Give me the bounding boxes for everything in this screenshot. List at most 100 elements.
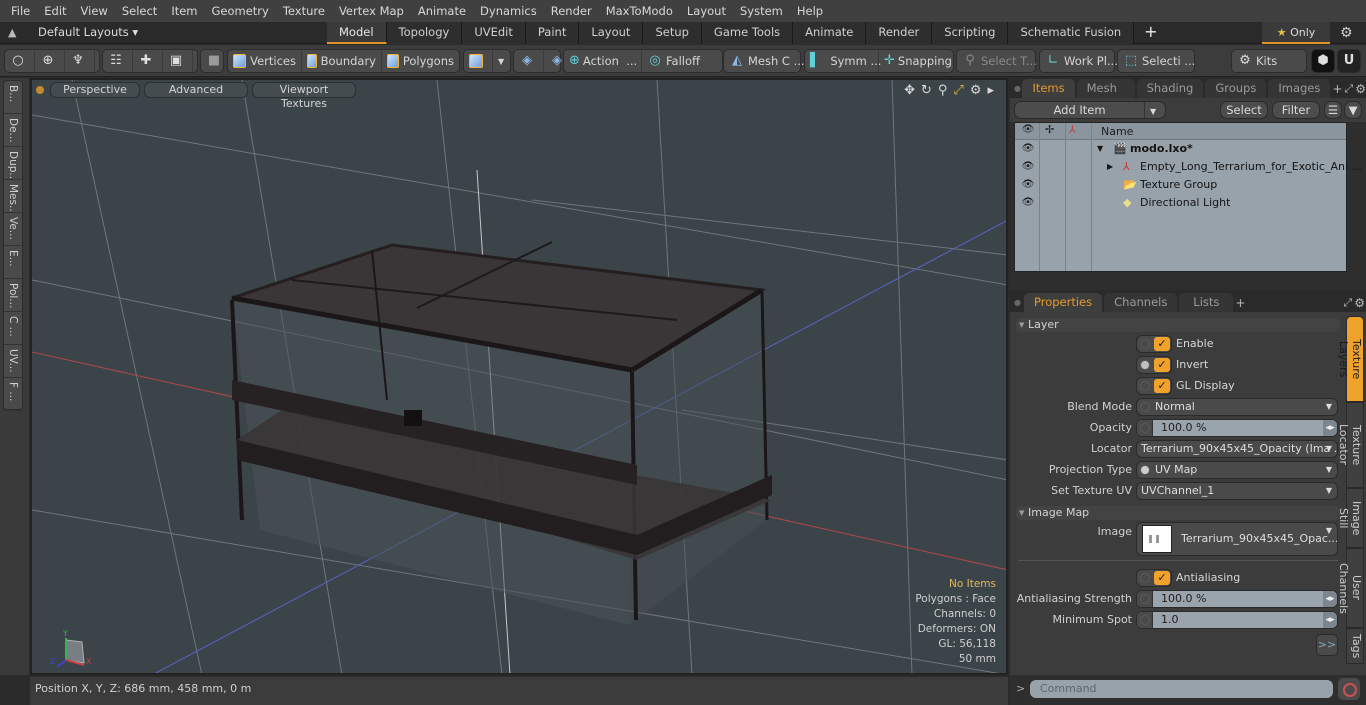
falloff-button[interactable]: ◎ Falloff — [642, 50, 722, 72]
gear-icon[interactable]: ⚙ — [1340, 25, 1353, 41]
selection-sets-button[interactable]: ⬚ Selecti ... — [1118, 50, 1200, 72]
expand-icon[interactable]: ⤢ — [1344, 80, 1353, 98]
tab-schematic-fusion[interactable]: Schematic Fusion — [1008, 22, 1135, 44]
left-tab-polygon[interactable]: Pol... — [4, 279, 22, 312]
frame-button[interactable]: ▣ — [163, 50, 193, 72]
menu-texture[interactable]: Texture — [276, 0, 332, 22]
add-tab-icon[interactable]: + — [1332, 80, 1342, 98]
tree-row-texture-group[interactable]: 👁 📂 Texture Group — [1015, 176, 1346, 194]
viewport-textures-button[interactable]: Viewport Textures — [252, 82, 356, 110]
left-tab-mesh-edit[interactable]: Mes... — [4, 180, 22, 213]
tab-mesh[interactable]: Mesh ... — [1076, 79, 1135, 113]
terrarium-model[interactable] — [230, 241, 772, 625]
pan-icon[interactable]: ✥ — [904, 83, 915, 98]
record-macro-button[interactable] — [1338, 678, 1360, 700]
viewport-settings-icon[interactable]: ⚙ — [970, 83, 982, 98]
polygons-button[interactable]: Polygons — [382, 50, 459, 72]
snapping-button[interactable]: ✛ Snapping — [879, 50, 953, 72]
tree-row-scene[interactable]: 👁 ▼ 🎬 modo.lxo* — [1015, 140, 1346, 158]
menu-dynamics[interactable]: Dynamics — [473, 0, 544, 22]
list-options-icon[interactable]: ☰ — [1324, 101, 1342, 119]
name-column-header[interactable]: Name — [1101, 125, 1133, 138]
menu-file[interactable]: File — [4, 0, 37, 22]
menu-layout[interactable]: Layout — [680, 0, 733, 22]
action-center-button[interactable]: ⊕ Action ... — [564, 50, 642, 72]
tab-images[interactable]: Images — [1268, 79, 1331, 98]
side-tab-user-channels[interactable]: User Channels — [1337, 548, 1364, 628]
work-plane-button[interactable]: ∟ Work Pl... — [1040, 50, 1123, 72]
tab-topology[interactable]: Topology — [386, 22, 463, 44]
slider-arrows-icon[interactable]: ◂▸ — [1323, 612, 1337, 628]
vertices-button[interactable]: Vertices — [228, 50, 302, 72]
gl-display-checkbox[interactable]: ✓ — [1136, 377, 1172, 395]
menu-system[interactable]: System — [733, 0, 790, 22]
menu-vertex-map[interactable]: Vertex Map — [332, 0, 411, 22]
material-mode-dropdown[interactable]: ▼ — [493, 50, 509, 72]
material-mode-button[interactable] — [464, 50, 493, 72]
unity-button[interactable]: ⬢ — [1311, 49, 1335, 73]
left-tab-deform[interactable]: De... — [4, 114, 22, 147]
set-texture-uv-select[interactable]: UVChannel_1 ▼ — [1136, 482, 1338, 500]
menu-maxtomodo[interactable]: MaxToModo — [599, 0, 680, 22]
command-input[interactable]: Command — [1030, 680, 1333, 698]
antialiasing-checkbox[interactable]: ✓ — [1136, 569, 1172, 587]
invert-checkbox[interactable]: ✓ — [1136, 356, 1172, 374]
select-button[interactable]: Select — [1220, 101, 1268, 119]
side-tab-texture-locator[interactable]: Texture Locator — [1337, 402, 1364, 488]
minimum-spot-input[interactable]: 1.0 ◂▸ — [1136, 611, 1338, 629]
align-button[interactable]: ☷ — [103, 50, 133, 72]
tab-groups[interactable]: Groups — [1205, 79, 1267, 98]
image-map-section-header[interactable]: Image Map — [1016, 506, 1340, 520]
cross-button[interactable]: ✚ — [133, 50, 163, 72]
visibility-eye-icon[interactable]: 👁 — [1021, 140, 1035, 158]
slider-arrows-icon[interactable]: ◂▸ — [1323, 420, 1337, 436]
menu-animate[interactable]: Animate — [411, 0, 473, 22]
viewport-menu-dot[interactable] — [36, 86, 44, 94]
tab-paint[interactable]: Paint — [525, 22, 580, 44]
unreal-button[interactable]: U — [1337, 49, 1361, 73]
side-tab-texture-layers[interactable]: Texture Layers — [1337, 316, 1364, 402]
tab-model[interactable]: Model — [327, 22, 387, 44]
opacity-input[interactable]: 100.0 % ◂▸ — [1136, 419, 1338, 437]
expand-icon[interactable]: ⤢ — [1343, 294, 1352, 312]
kits-button[interactable]: ⚙ Kits — [1232, 50, 1282, 72]
orbit-icon[interactable]: ↻ — [921, 83, 932, 98]
visibility-eye-icon[interactable]: 👁 — [1021, 176, 1035, 194]
item-mode-button[interactable]: ■ — [201, 50, 230, 72]
menu-view[interactable]: View — [74, 0, 115, 22]
tab-layout[interactable]: Layout — [579, 22, 644, 44]
mesh-constraint-button[interactable]: ◭ Mesh C ... — [724, 50, 810, 72]
boundary-button[interactable]: Boundary — [302, 50, 382, 72]
filter-funnel-icon[interactable]: ▼ — [1344, 101, 1362, 119]
menu-geometry[interactable]: Geometry — [205, 0, 276, 22]
tab-properties[interactable]: Properties — [1024, 293, 1103, 312]
tab-render[interactable]: Render — [866, 22, 933, 44]
visibility-eye-icon[interactable]: 👁 — [1021, 158, 1035, 176]
view-mode-button[interactable]: Perspective — [50, 82, 140, 98]
side-tab-tags[interactable]: Tags — [1346, 628, 1364, 664]
tab-uvedit[interactable]: UVEdit — [462, 22, 526, 44]
blend-mode-select[interactable]: Normal ▼ — [1136, 398, 1338, 416]
panel-gear-icon[interactable]: ⚙ — [1354, 294, 1365, 312]
tab-items[interactable]: Items — [1022, 79, 1075, 98]
locator-select[interactable]: Terrarium_90x45x45_Opacity (Ima ... ▼ — [1136, 440, 1338, 458]
collapse-arrow-icon[interactable]: ▼ — [1097, 140, 1103, 158]
tab-animate[interactable]: Animate — [793, 22, 867, 44]
tree-row-light[interactable]: 👁 ◆ Directional Light — [1015, 194, 1346, 212]
viewport-expand-arrow-icon[interactable]: ▸ — [987, 83, 994, 98]
tab-channels[interactable]: Channels — [1104, 293, 1178, 312]
menu-help[interactable]: Help — [790, 0, 830, 22]
tab-game-tools[interactable]: Game Tools — [701, 22, 794, 44]
tab-shading[interactable]: Shading — [1136, 79, 1204, 98]
add-tab-icon[interactable]: + — [1235, 294, 1245, 312]
left-tab-curve[interactable]: C ... — [4, 312, 22, 345]
left-tab-duplicate[interactable]: Dup... — [4, 147, 22, 180]
tab-lists[interactable]: Lists — [1179, 293, 1234, 312]
left-tab-basic[interactable]: B... — [4, 81, 22, 114]
only-toggle[interactable]: ★ Only — [1262, 22, 1330, 44]
menu-edit[interactable]: Edit — [37, 0, 73, 22]
layer-section-header[interactable]: Layer — [1016, 318, 1340, 332]
filter-button[interactable]: Filter — [1272, 101, 1320, 119]
center-button[interactable]: ◈ — [514, 50, 544, 72]
left-tab-uv[interactable]: UV... — [4, 345, 22, 378]
